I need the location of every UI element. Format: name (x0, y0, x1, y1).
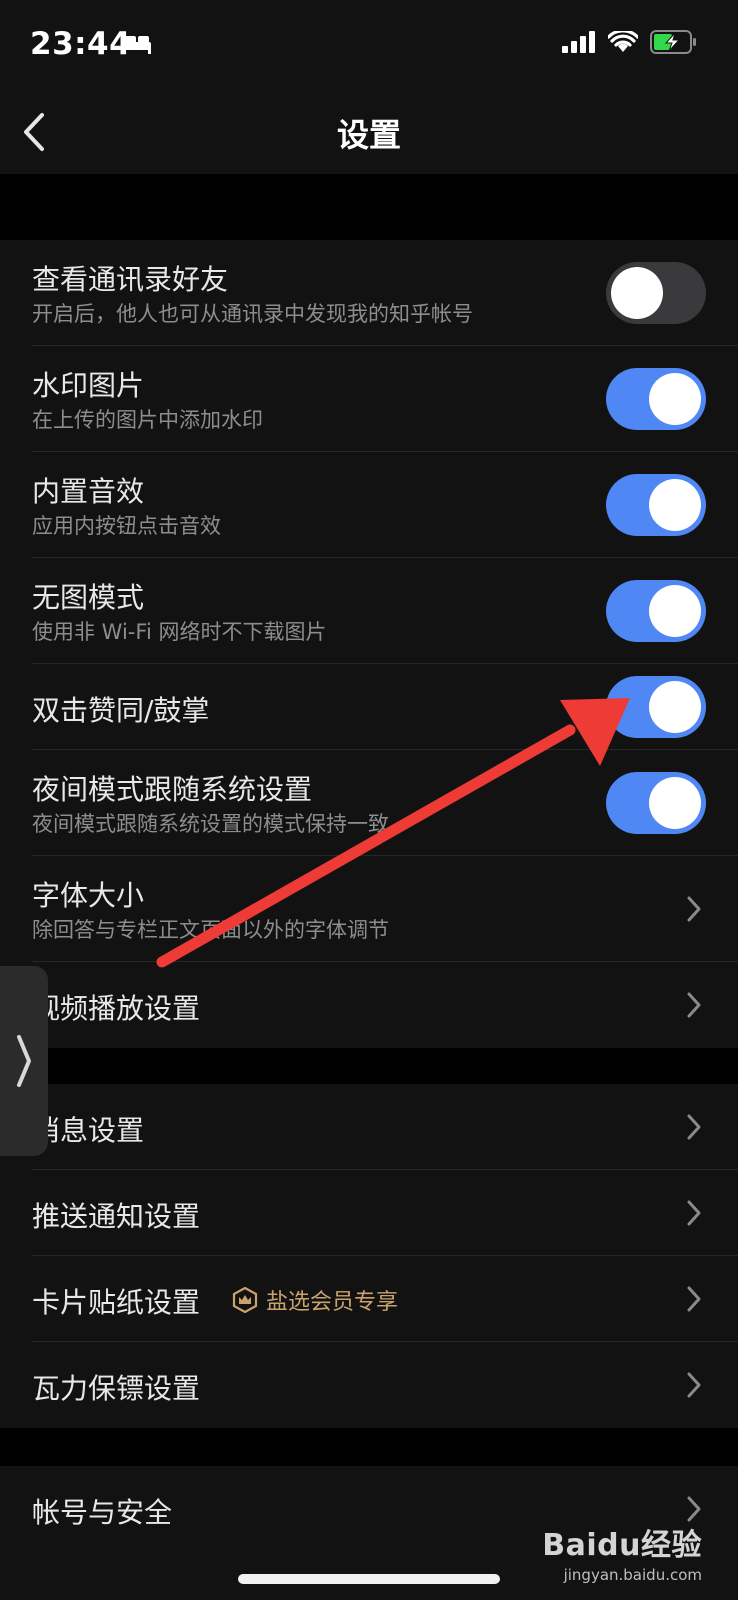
setting-subtitle: 应用内按钮点击音效 (32, 514, 221, 538)
setting-subtitle: 除回答与专栏正文页面以外的字体调节 (32, 918, 389, 942)
wifi-icon (606, 29, 640, 57)
builtin-sound-toggle[interactable] (606, 474, 706, 536)
setting-row-push-notification[interactable]: 推送通知设置 (0, 1170, 738, 1256)
sleep-bed-icon (122, 34, 152, 58)
status-bar: 23:44 (0, 0, 738, 90)
setting-title: 推送通知设置 (32, 1200, 201, 1233)
settings-group-notifications: 消息设置 推送通知设置 卡片贴纸设置 盐选会员专享 瓦力保镖设置 (0, 1084, 738, 1428)
watermark-url: jingyan.baidu.com (563, 1566, 702, 1584)
toggle-knob (611, 267, 663, 319)
side-panel-handle[interactable] (0, 966, 48, 1156)
setting-row-wali-guard[interactable]: 瓦力保镖设置 (0, 1342, 738, 1428)
toggle-knob (649, 585, 701, 637)
toggle-knob (649, 777, 701, 829)
setting-row-font-size[interactable]: 字体大小 除回答与专栏正文页面以外的字体调节 (0, 856, 738, 962)
setting-title: 查看通讯录好友 (32, 263, 229, 296)
setting-row-double-tap-like[interactable]: 双击赞同/鼓掌 (0, 664, 738, 750)
setting-row-card-sticker[interactable]: 卡片贴纸设置 盐选会员专享 (0, 1256, 738, 1342)
vip-badge-label: 盐选会员专享 (266, 1290, 399, 1315)
no-image-mode-toggle[interactable] (606, 580, 706, 642)
chevron-right-icon (687, 1200, 701, 1226)
setting-row-no-image-mode[interactable]: 无图模式 使用非 Wi-Fi 网络时不下载图片 (0, 558, 738, 664)
toggle-knob (649, 479, 701, 531)
vip-crown-icon (232, 1287, 258, 1313)
baidu-watermark: Baidu经验 jingyan.baidu.com (542, 1520, 702, 1584)
setting-title: 卡片贴纸设置 (32, 1286, 201, 1319)
setting-row-night-mode-follow-system[interactable]: 夜间模式跟随系统设置 夜间模式跟随系统设置的模式保持一致 (0, 750, 738, 856)
setting-title: 字体大小 (32, 879, 145, 912)
setting-title: 消息设置 (32, 1114, 145, 1147)
setting-title: 视频播放设置 (32, 992, 201, 1025)
setting-title: 无图模式 (32, 581, 145, 614)
setting-title: 夜间模式跟随系统设置 (32, 773, 313, 806)
watermark-images-toggle[interactable] (606, 368, 706, 430)
setting-row-video-playback[interactable]: 视频播放设置 (0, 962, 738, 1048)
vip-badge: 盐选会员专享 (232, 1284, 398, 1316)
status-time: 23:44 (30, 26, 132, 62)
chevron-right-icon (687, 896, 701, 922)
setting-title: 帐号与安全 (32, 1496, 173, 1529)
cellular-signal-icon (562, 31, 596, 57)
chevron-right-icon (17, 1035, 31, 1087)
setting-subtitle: 在上传的图片中添加水印 (32, 408, 263, 432)
contacts-friends-toggle[interactable] (606, 262, 706, 324)
setting-title: 水印图片 (32, 369, 145, 402)
chevron-right-icon (687, 1372, 701, 1398)
setting-subtitle: 夜间模式跟随系统设置的模式保持一致 (32, 812, 389, 836)
setting-subtitle: 开启后，他人也可从通讯录中发现我的知乎帐号 (32, 302, 473, 326)
settings-group-general: 查看通讯录好友 开启后，他人也可从通讯录中发现我的知乎帐号 水印图片 在上传的图… (0, 240, 738, 1048)
navigation-bar: 设置 (0, 90, 738, 174)
setting-row-builtin-sound[interactable]: 内置音效 应用内按钮点击音效 (0, 452, 738, 558)
toggle-knob (649, 373, 701, 425)
chevron-right-icon (687, 1114, 701, 1140)
setting-subtitle: 使用非 Wi-Fi 网络时不下载图片 (32, 620, 327, 644)
setting-title: 双击赞同/鼓掌 (32, 694, 210, 727)
battery-charging-icon (650, 30, 698, 58)
chevron-right-icon (687, 1286, 701, 1312)
double-tap-like-toggle[interactable] (606, 676, 706, 738)
setting-row-message[interactable]: 消息设置 (0, 1084, 738, 1170)
night-mode-follow-system-toggle[interactable] (606, 772, 706, 834)
home-indicator[interactable] (238, 1574, 500, 1584)
page-title: 设置 (336, 116, 401, 154)
setting-row-watermark-images[interactable]: 水印图片 在上传的图片中添加水印 (0, 346, 738, 452)
watermark-logo: Baidu经验 (542, 1528, 702, 1563)
setting-title: 内置音效 (32, 475, 145, 508)
toggle-knob (649, 681, 701, 733)
setting-title: 瓦力保镖设置 (32, 1372, 201, 1405)
chevron-right-icon (687, 992, 701, 1018)
setting-row-contacts-friends[interactable]: 查看通讯录好友 开启后，他人也可从通讯录中发现我的知乎帐号 (0, 240, 738, 346)
